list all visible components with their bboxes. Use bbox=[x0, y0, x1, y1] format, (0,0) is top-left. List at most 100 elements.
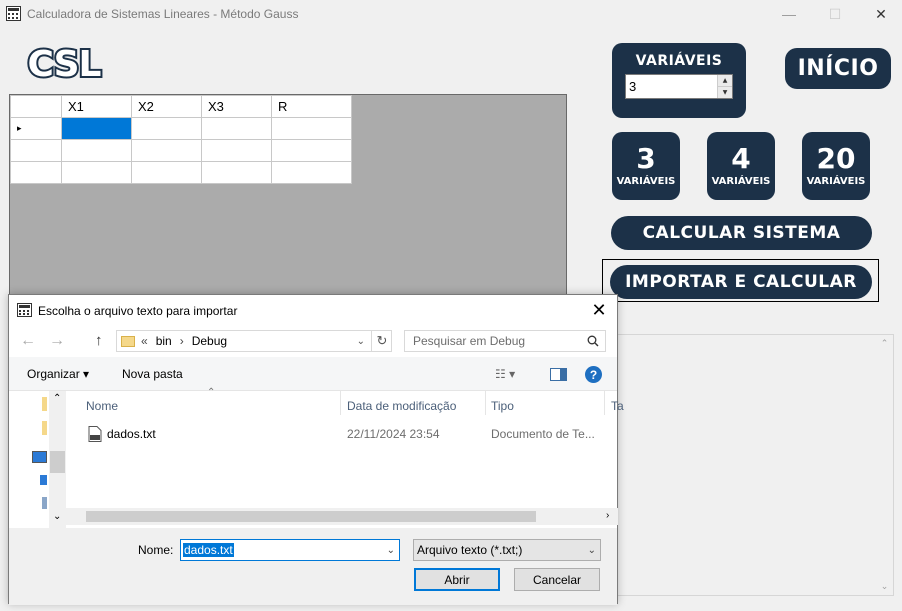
filename-label: Nome: bbox=[138, 543, 174, 557]
output-scrollbar[interactable]: ⌃ ⌄ bbox=[876, 335, 893, 595]
new-folder-button[interactable]: Nova pasta bbox=[122, 367, 183, 381]
variables-stepper[interactable]: 3 ▲ ▼ bbox=[625, 74, 733, 99]
variables-panel: VARIÁVEIS 3 ▲ ▼ bbox=[612, 43, 746, 118]
grid-cell[interactable] bbox=[131, 161, 202, 184]
back-arrow-icon[interactable]: ← bbox=[20, 332, 36, 350]
preset-number: 3 bbox=[636, 142, 656, 175]
breadcrumb-overflow[interactable]: « bbox=[141, 334, 148, 348]
chevron-down-icon[interactable]: ⌄ bbox=[387, 545, 395, 556]
preview-pane-icon[interactable] bbox=[550, 368, 567, 381]
computer-icon bbox=[32, 451, 47, 463]
row-header[interactable] bbox=[10, 139, 62, 162]
window-title: Calculadora de Sistemas Lineares - Métod… bbox=[27, 7, 299, 21]
cancel-button[interactable]: Cancelar bbox=[514, 568, 600, 591]
help-icon[interactable]: ? bbox=[585, 366, 602, 383]
spin-down-icon[interactable]: ▼ bbox=[718, 87, 732, 98]
home-button[interactable]: INÍCIO bbox=[785, 48, 891, 89]
column-header[interactable]: R bbox=[271, 95, 352, 118]
nav-pane-scrollbar[interactable]: ⌃ ⌄ bbox=[49, 391, 66, 528]
calculate-button[interactable]: CALCULAR SISTEMA bbox=[611, 216, 872, 250]
grid-header-row: X1 X2 X3 R bbox=[10, 95, 352, 118]
filename-input[interactable]: dados.txt ⌄ bbox=[180, 539, 400, 561]
filename-value[interactable]: dados.txt bbox=[183, 543, 234, 557]
address-bar[interactable]: « bin › Debug ⌄ bbox=[116, 330, 392, 352]
scroll-up-icon[interactable]: ⌃ bbox=[53, 393, 61, 404]
preset-label: VARIÁVEIS bbox=[806, 176, 866, 187]
scroll-thumb[interactable] bbox=[50, 451, 65, 473]
spin-up-icon[interactable]: ▲ bbox=[718, 75, 732, 87]
grid-cell[interactable] bbox=[61, 117, 132, 140]
scroll-down-icon[interactable]: ⌄ bbox=[53, 511, 61, 522]
grid-cell[interactable] bbox=[271, 139, 352, 162]
navigation-pane[interactable]: ⌃ ⌄ bbox=[9, 391, 66, 528]
column-type[interactable]: Tipo bbox=[491, 399, 514, 413]
column-header[interactable]: X1 bbox=[61, 95, 132, 118]
row-indicator[interactable]: ▸ bbox=[10, 117, 62, 140]
grid-cell[interactable] bbox=[201, 139, 272, 162]
grid-cell[interactable] bbox=[61, 139, 132, 162]
refresh-icon[interactable]: ↻ bbox=[371, 330, 392, 352]
grid-cell[interactable] bbox=[271, 161, 352, 184]
folder-icon bbox=[42, 421, 47, 435]
grid-row[interactable]: ▸ bbox=[10, 117, 352, 140]
breadcrumb-bin[interactable]: bin bbox=[156, 334, 172, 348]
column-header[interactable]: X2 bbox=[131, 95, 202, 118]
chevron-down-icon[interactable]: ⌄ bbox=[588, 545, 596, 556]
search-icon bbox=[587, 335, 599, 347]
column-date[interactable]: Data de modificação bbox=[347, 399, 456, 413]
close-button[interactable]: ✕ bbox=[858, 0, 902, 28]
output-textbox[interactable]: ⌃ ⌄ bbox=[614, 334, 894, 596]
column-separator bbox=[340, 391, 341, 415]
grid-cell[interactable] bbox=[61, 161, 132, 184]
scroll-thumb[interactable] bbox=[86, 511, 536, 522]
file-list-area: ⌃ ⌄ ⌃ Nome Data de modificação Tipo Ta d… bbox=[9, 387, 624, 528]
grid-cell[interactable] bbox=[131, 139, 202, 162]
column-name[interactable]: Nome bbox=[86, 399, 118, 413]
preset-number: 20 bbox=[816, 142, 856, 175]
maximize-button[interactable]: ☐ bbox=[812, 0, 858, 28]
horizontal-scrollbar[interactable]: › bbox=[66, 508, 618, 525]
preset-4-button[interactable]: 4 VARIÁVEIS bbox=[707, 132, 775, 200]
organize-menu[interactable]: Organizar ▾ bbox=[27, 367, 89, 381]
preset-3-button[interactable]: 3 VARIÁVEIS bbox=[612, 132, 680, 200]
forward-arrow-icon[interactable]: → bbox=[49, 332, 65, 350]
grid-cell[interactable] bbox=[201, 117, 272, 140]
dialog-title-bar: Escolha o arquivo texto para importar ✕ bbox=[9, 295, 617, 325]
coefficient-grid[interactable]: X1 X2 X3 R ▸ bbox=[9, 94, 567, 295]
up-arrow-icon[interactable]: ↑ bbox=[95, 332, 103, 349]
grid-row[interactable] bbox=[10, 139, 352, 162]
grid-cell[interactable] bbox=[271, 117, 352, 140]
grid-cell[interactable] bbox=[201, 161, 272, 184]
scroll-down-icon[interactable]: ⌄ bbox=[881, 581, 889, 592]
calculator-icon bbox=[6, 6, 21, 21]
minimize-button[interactable]: — bbox=[766, 0, 812, 28]
filetype-select[interactable]: Arquivo texto (*.txt;) ⌄ bbox=[413, 539, 601, 561]
grid-cell[interactable] bbox=[131, 117, 202, 140]
column-size[interactable]: Ta bbox=[611, 399, 624, 413]
grid-row[interactable] bbox=[10, 161, 352, 184]
variables-value[interactable]: 3 bbox=[629, 79, 636, 94]
search-placeholder: Pesquisar em Debug bbox=[413, 334, 526, 348]
view-options-icon[interactable]: ☷ ▾ bbox=[495, 367, 515, 381]
breadcrumb-debug[interactable]: Debug bbox=[192, 334, 227, 348]
column-header[interactable]: X3 bbox=[201, 95, 272, 118]
breadcrumb-separator: › bbox=[179, 334, 184, 348]
file-date: 22/11/2024 23:54 bbox=[347, 427, 440, 441]
text-file-icon bbox=[88, 426, 102, 442]
file-name: dados.txt bbox=[107, 427, 156, 441]
scroll-right-icon[interactable]: › bbox=[606, 510, 609, 521]
row-header[interactable] bbox=[10, 161, 62, 184]
import-calculate-button[interactable]: IMPORTAR E CALCULAR bbox=[610, 265, 872, 299]
dialog-close-icon[interactable]: ✕ bbox=[587, 298, 611, 322]
dialog-footer: Nome: dados.txt ⌄ Arquivo texto (*.txt;)… bbox=[9, 528, 617, 605]
title-bar: Calculadora de Sistemas Lineares - Métod… bbox=[0, 0, 902, 28]
network-icon bbox=[42, 497, 47, 509]
chevron-down-icon[interactable]: ⌄ bbox=[357, 336, 365, 347]
file-row[interactable]: dados.txt 22/11/2024 23:54 Documento de … bbox=[86, 425, 606, 447]
open-button[interactable]: Abrir bbox=[414, 568, 500, 591]
dialog-title: Escolha o arquivo texto para importar bbox=[38, 304, 238, 318]
search-input[interactable]: Pesquisar em Debug bbox=[404, 330, 606, 352]
scroll-up-icon[interactable]: ⌃ bbox=[881, 338, 889, 349]
sort-up-icon: ⌃ bbox=[207, 387, 216, 398]
preset-20-button[interactable]: 20 VARIÁVEIS bbox=[802, 132, 870, 200]
